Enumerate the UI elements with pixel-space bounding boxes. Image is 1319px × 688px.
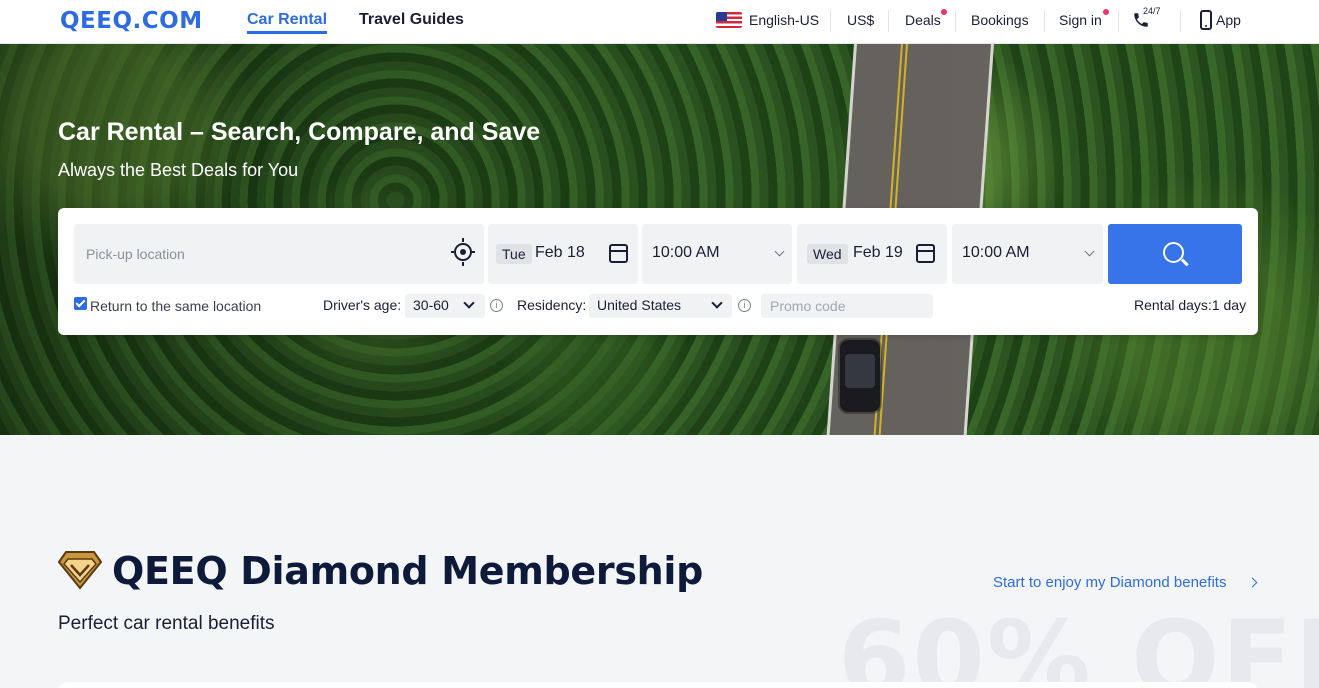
search-button[interactable]: [1108, 224, 1242, 284]
pickup-date: Feb 18: [535, 244, 585, 261]
promo-code-input[interactable]: [761, 294, 933, 318]
search-card: Tue Feb 18 10:00 AM Wed Feb 19 10:00 AM …: [58, 208, 1258, 335]
dropoff-time: 10:00 AM: [962, 244, 1030, 261]
chevron-down-icon: [774, 246, 785, 257]
pickup-location-input[interactable]: [74, 224, 484, 284]
app-link[interactable]: App: [1216, 12, 1241, 28]
driver-age-value: 30-60: [413, 297, 449, 313]
diamond-benefits-link[interactable]: Start to enjoy my Diamond benefits: [993, 574, 1226, 591]
notification-dot: [1103, 9, 1109, 15]
membership-title: QEEQ Diamond Membership: [112, 549, 704, 593]
residency-value: United States: [597, 297, 682, 313]
divider: [1180, 10, 1181, 32]
rental-days: Rental days:1 day: [1134, 297, 1247, 313]
chevron-down-icon: [463, 297, 475, 309]
membership-subtitle: Perfect car rental benefits: [58, 613, 275, 634]
chevron-down-icon: [711, 297, 723, 309]
top-header: QEEQ.COM Car Rental Travel Guides Englis…: [0, 0, 1319, 44]
mobile-phone-icon[interactable]: [1200, 10, 1212, 30]
pickup-date-field[interactable]: Tue Feb 18: [488, 224, 638, 284]
nav-car-rental[interactable]: Car Rental: [247, 11, 328, 34]
dropoff-date-field[interactable]: Wed Feb 19: [797, 224, 947, 284]
info-icon[interactable]: i: [490, 299, 503, 312]
support-badge: 24/7: [1143, 6, 1161, 16]
return-same-checkbox[interactable]: [74, 297, 87, 310]
dropoff-date: Feb 19: [853, 244, 903, 261]
benefits-card: [58, 682, 1258, 688]
driver-age-label: Driver's age:: [323, 297, 402, 313]
nav-travel-guides[interactable]: Travel Guides: [359, 11, 464, 29]
diamond-badge-icon: [58, 551, 102, 590]
bookings-link[interactable]: Bookings: [971, 12, 1029, 28]
language-selector[interactable]: English-US: [749, 12, 819, 28]
calendar-icon: [916, 244, 935, 263]
dropoff-time-select[interactable]: 10:00 AM: [952, 224, 1103, 284]
deals-link[interactable]: Deals: [905, 12, 941, 28]
divider: [888, 10, 889, 32]
us-flag-icon[interactable]: [716, 12, 742, 28]
info-icon[interactable]: i: [738, 299, 751, 312]
divider: [955, 10, 956, 32]
residency-label: Residency:: [517, 297, 587, 313]
pickup-time: 10:00 AM: [652, 244, 720, 261]
dropoff-day: Wed: [807, 244, 848, 264]
residency-select[interactable]: United States: [589, 294, 732, 318]
notification-dot: [941, 9, 947, 15]
hero-title: Car Rental – Search, Compare, and Save: [58, 118, 541, 146]
currency-selector[interactable]: US$: [847, 12, 874, 28]
chevron-right-icon: [1247, 577, 1258, 588]
discount-watermark: 60% OFF: [838, 598, 1319, 688]
sign-in-link[interactable]: Sign in: [1059, 12, 1102, 28]
logo[interactable]: QEEQ.COM: [60, 8, 203, 34]
pickup-day: Tue: [496, 244, 532, 264]
driver-age-select[interactable]: 30-60: [405, 294, 485, 318]
calendar-icon: [609, 244, 628, 263]
divider: [1118, 10, 1119, 32]
chevron-down-icon: [1084, 246, 1095, 257]
hero-banner: Car Rental – Search, Compare, and Save A…: [0, 44, 1319, 435]
pickup-time-select[interactable]: 10:00 AM: [642, 224, 792, 284]
return-same-label[interactable]: Return to the same location: [90, 298, 261, 314]
divider: [1044, 10, 1045, 32]
search-icon: [1163, 242, 1184, 263]
hero-subtitle: Always the Best Deals for You: [58, 160, 299, 180]
divider: [830, 10, 831, 32]
